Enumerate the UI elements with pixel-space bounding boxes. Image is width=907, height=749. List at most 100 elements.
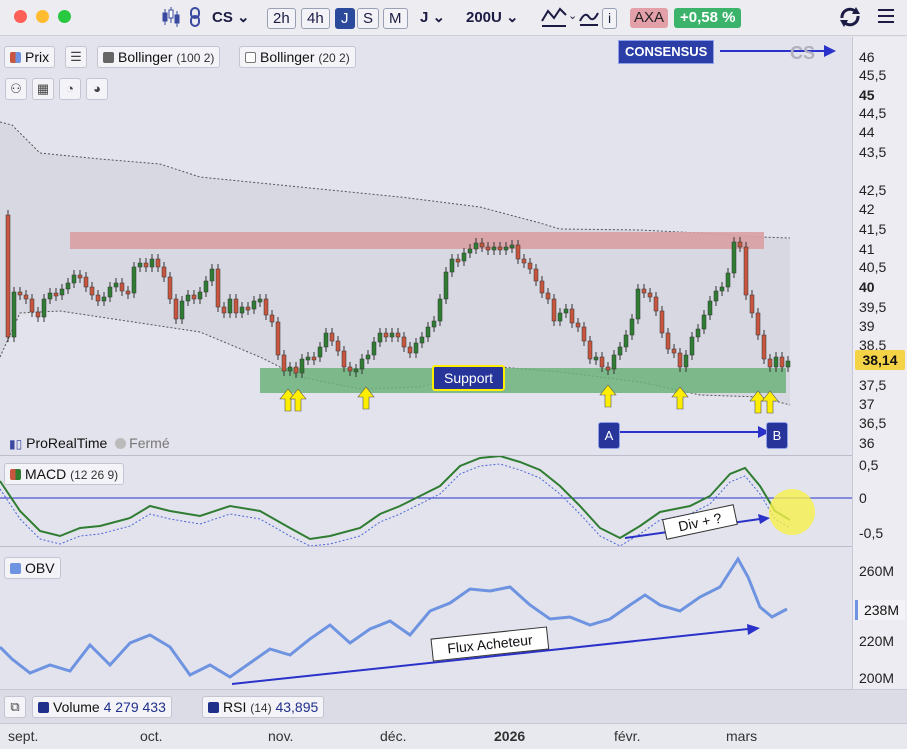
chevron-down-icon: ⌄ [432,9,446,26]
period-dropdown[interactable]: J ⌄ [420,8,445,28]
candle-body [635,288,641,320]
ticker-badge[interactable]: AXA [630,8,669,28]
duplicate-icon[interactable]: ⧉ [4,696,26,718]
point-a-marker[interactable]: A [598,422,620,449]
legend-volume[interactable]: Volume 4 279 433 [32,696,172,718]
candle-body [581,326,587,342]
obv-swatch [10,563,21,574]
y-tick-label: 37 [859,396,875,412]
crowd-icon[interactable]: ⚇ [5,78,27,100]
resistance-zone [70,232,764,249]
rsi-swatch [208,702,219,713]
gauge-icon[interactable]: ◔ [59,78,81,100]
candle-body [779,356,785,368]
candle-body [461,252,467,262]
link-icon[interactable] [188,6,202,27]
market-status-dot [115,438,127,449]
hamburger-menu-icon[interactable] [876,6,896,26]
legend-price[interactable]: Prix [4,46,56,68]
arrow-head-icon [824,45,836,57]
toolbar: CS ⌄ 2h 4h J S M J ⌄ 200U ⌄ ⌄ i AXA +0,5… [0,0,907,36]
minimize-window-button[interactable] [36,10,49,23]
period-day-button[interactable]: J [335,8,355,29]
close-window-button[interactable] [14,10,27,23]
symbol-dropdown[interactable]: CS ⌄ [212,8,250,28]
period-4h-button[interactable]: 4h [301,8,330,29]
candle-body [593,356,599,361]
candle-body [641,288,647,294]
macd-swatch [10,469,21,480]
candle-body [701,314,707,330]
legend-bollinger-100[interactable]: Bollinger (100 2) [97,46,221,68]
candle-body [413,342,419,354]
consensus-button[interactable]: CONSENSUS [618,40,715,64]
legend-bollinger-20-params: (20 2) [318,51,350,65]
candle-body [233,298,239,314]
legend-macd[interactable]: MACD (12 26 9) [4,463,125,485]
candle-body [71,274,77,284]
candle-body [659,310,665,334]
legend-macd-params: (12 26 9) [70,468,119,482]
y-tick-label: 39 [859,318,875,334]
units-dropdown-value: 200U [466,9,502,26]
candle-body [149,258,155,268]
period-month-button[interactable]: M [383,8,408,29]
y-tick-label: 45 [859,87,875,103]
obv-panel[interactable]: Flux Acheteur OBV [0,547,852,689]
candle-body [347,366,353,372]
candle-body [329,332,335,342]
candle-body [731,241,737,274]
candle-body [197,291,203,300]
candle-body [323,332,329,348]
point-b-marker[interactable]: B [766,422,788,449]
period-week-button[interactable]: S [357,8,380,29]
legend-obv[interactable]: OBV [4,557,61,579]
sync-icon[interactable] [838,6,862,27]
candle-body [527,262,533,270]
calendar-icon[interactable]: ▦ [32,78,54,100]
candle-body [251,300,257,310]
candle-body [5,214,11,338]
candle-body [317,346,323,358]
list-icon[interactable]: ☰ [65,46,87,68]
macd-chart[interactable]: Div + ? [0,456,852,546]
candle-body [11,291,17,338]
bollinger-20-swatch [245,52,256,63]
obv-chart[interactable]: Flux Acheteur [0,547,852,689]
legend-bollinger-20[interactable]: Bollinger (20 2) [239,46,356,68]
y-tick-label: 40 [859,279,875,295]
x-tick-label: nov. [268,728,294,744]
candle-body [377,332,383,343]
period-2h-button[interactable]: 2h [267,8,296,29]
y-tick-label: 39,5 [859,299,887,315]
macd-panel[interactable]: Div + ? MACD (12 26 9) [0,456,852,546]
units-dropdown[interactable]: 200U ⌄ [466,8,519,28]
candlestick-icon[interactable] [160,6,182,27]
candle-body [425,326,431,338]
indicator-chart-icon[interactable]: ⌄ [540,5,577,27]
candle-body [545,292,551,300]
x-axis[interactable]: sept. oct. nov. déc. 2026 févr. mars [0,723,907,749]
price-chart[interactable] [0,37,852,455]
symbol-watermark: CS [790,43,816,63]
pie-chart-icon[interactable]: ◕ [86,78,108,100]
candle-body [161,266,167,278]
info-button[interactable]: i [602,8,618,29]
support-label: Support [432,365,506,391]
candle-body [227,298,233,314]
candle-body [485,246,491,251]
compare-icon[interactable] [578,6,600,26]
candle-body [653,296,659,312]
price-panel[interactable]: Prix ☰ Bollinger (100 2) Bollinger (20 2… [0,37,852,455]
zoom-window-button[interactable] [58,10,71,23]
candle-body [23,294,29,300]
period-dropdown-value: J [420,9,429,26]
candle-body [35,311,41,318]
candle-body [761,334,767,360]
candle-body [695,328,701,338]
trading-app: CS ⌄ 2h 4h J S M J ⌄ 200U ⌄ ⌄ i AXA +0,5… [0,0,907,749]
legend-rsi[interactable]: RSI (14) 43,895 [202,696,325,718]
candle-body [101,296,107,302]
candle-body [293,366,299,374]
y-tick-label: 200M [859,670,895,686]
